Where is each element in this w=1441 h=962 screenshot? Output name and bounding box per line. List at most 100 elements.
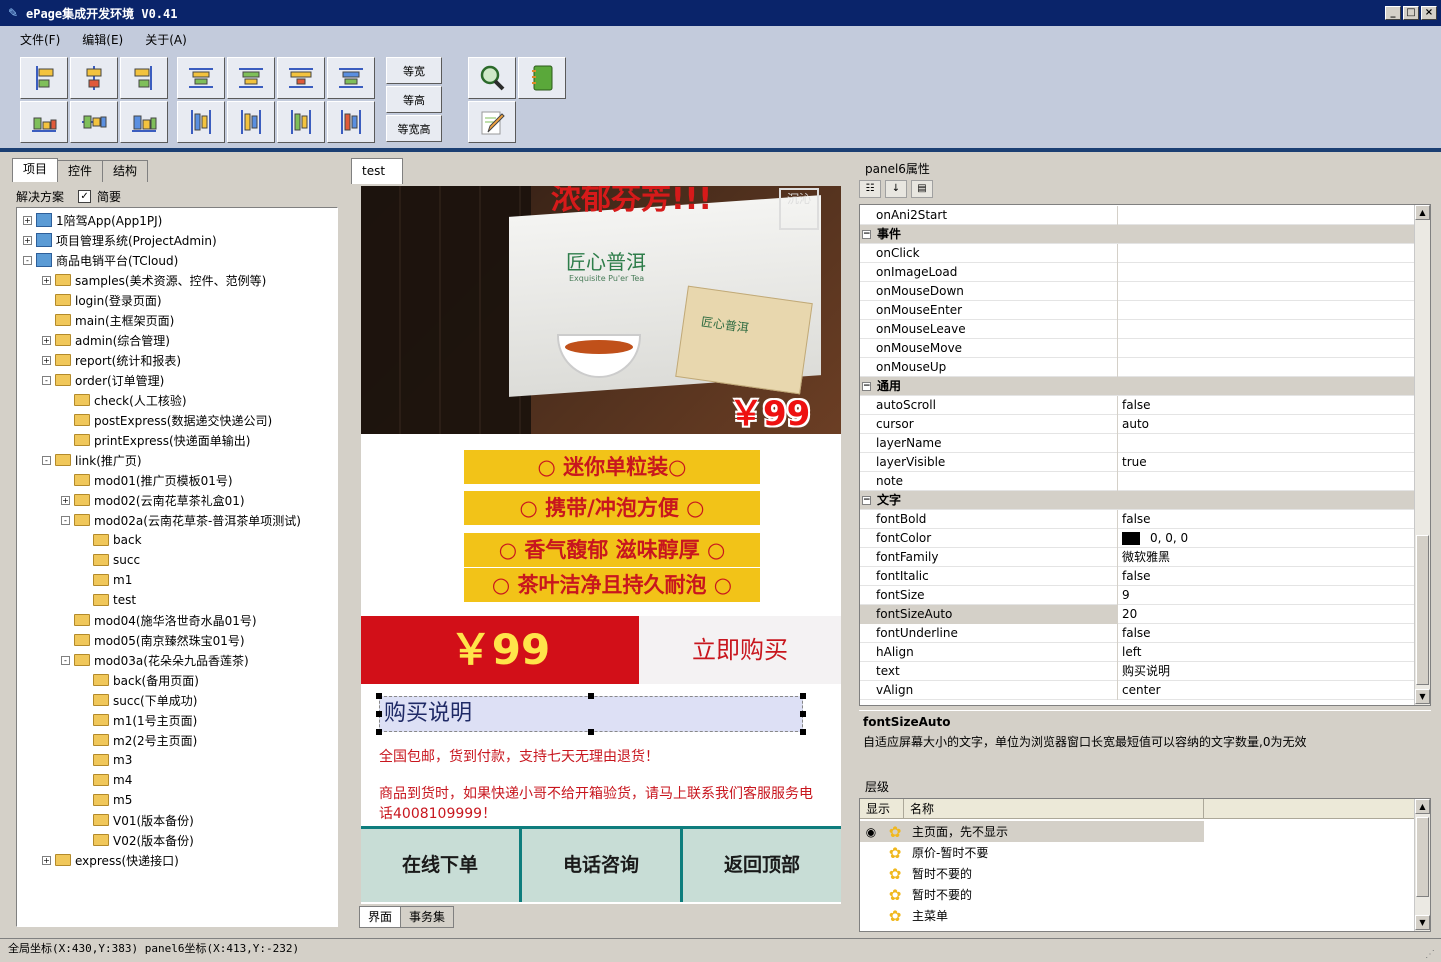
tree-item[interactable]: mod04(施华洛世奇水晶01号): [61, 610, 257, 630]
property-row[interactable]: layerName: [860, 433, 1416, 453]
layer-row[interactable]: ✿ 暂时不要的: [860, 863, 1416, 884]
scroll-up-button[interactable]: ▲: [1415, 799, 1430, 814]
expand-icon[interactable]: +: [42, 275, 51, 285]
expand-icon[interactable]: +: [42, 855, 51, 865]
tree-item[interactable]: +1陪驾App(App1PJ): [23, 210, 162, 230]
property-value[interactable]: true: [1118, 453, 1147, 472]
align-middle-vertical-button[interactable]: [70, 101, 118, 143]
price-block[interactable]: ￥99: [361, 616, 639, 684]
distribute-button-7[interactable]: [277, 101, 325, 143]
property-row[interactable]: hAlign left: [860, 642, 1416, 662]
tree-item[interactable]: succ(下单成功): [80, 690, 197, 710]
property-category[interactable]: − 事件: [860, 225, 1416, 244]
distribute-button-6[interactable]: [227, 101, 275, 143]
property-row[interactable]: fontUnderline false: [860, 623, 1416, 643]
property-value[interactable]: [1118, 358, 1122, 377]
collapse-icon[interactable]: -: [61, 655, 70, 665]
property-value[interactable]: [1118, 282, 1122, 301]
property-row[interactable]: fontBold false: [860, 509, 1416, 529]
property-value[interactable]: [1118, 339, 1122, 358]
scroll-up-button[interactable]: ▲: [1415, 205, 1430, 220]
property-row[interactable]: fontItalic false: [860, 566, 1416, 586]
tab-project[interactable]: 项目: [12, 158, 59, 182]
preview-button[interactable]: [468, 57, 516, 99]
property-row[interactable]: layerVisible true: [860, 452, 1416, 472]
property-category[interactable]: − 通用: [860, 377, 1416, 396]
tree-item[interactable]: + report(统计和报表): [42, 350, 181, 370]
resize-handle[interactable]: [800, 729, 806, 735]
same-width-button[interactable]: 等宽: [386, 57, 442, 84]
property-row[interactable]: vAlign center: [860, 680, 1416, 700]
close-button[interactable]: ×: [1421, 6, 1437, 20]
property-row[interactable]: onMouseUp: [860, 357, 1416, 377]
property-value[interactable]: 20: [1118, 605, 1137, 624]
layer-row[interactable]: ◉ ✿ 主页面，先不显示: [860, 821, 1204, 842]
property-value[interactable]: 购买说明: [1118, 662, 1170, 681]
tree-item[interactable]: V01(版本备份): [80, 810, 194, 830]
feature-1[interactable]: ○ 迷你单粒装○: [464, 450, 760, 484]
alphabetical-sort-button[interactable]: ↓: [885, 180, 907, 198]
property-value[interactable]: [1118, 263, 1122, 282]
property-value[interactable]: [1118, 472, 1122, 491]
feature-2[interactable]: ○ 携带/冲泡方便 ○: [464, 491, 760, 525]
notebook-button[interactable]: [518, 57, 566, 99]
tree-item[interactable]: mod05(南京臻然珠宝01号): [61, 630, 245, 650]
menu-file[interactable]: 文件(F): [16, 29, 64, 50]
menu-edit[interactable]: 编辑(E): [78, 29, 127, 50]
tree-item[interactable]: m1(1号主页面): [80, 710, 197, 730]
layer-row[interactable]: ✿ 主菜单: [860, 905, 1416, 926]
minimize-button[interactable]: _: [1385, 6, 1401, 20]
purchase-info-label[interactable]: 购买说明: [379, 696, 803, 732]
tree-item[interactable]: m4: [80, 770, 132, 790]
collapse-icon[interactable]: −: [862, 229, 871, 239]
tree-item[interactable]: - mod03a(花朵朵九品香莲茶): [61, 650, 249, 670]
property-row[interactable]: text 购买说明: [860, 661, 1416, 681]
property-value[interactable]: [1118, 320, 1122, 339]
property-row[interactable]: cursor auto: [860, 414, 1416, 434]
expand-icon[interactable]: +: [23, 235, 32, 245]
collapse-icon[interactable]: -: [61, 515, 70, 525]
layers-scrollbar[interactable]: ▲ ▼: [1414, 799, 1430, 931]
tree-item[interactable]: test: [80, 590, 136, 610]
property-row[interactable]: onMouseMove: [860, 338, 1416, 358]
resize-handle[interactable]: [800, 711, 806, 717]
resize-handle[interactable]: [376, 711, 382, 717]
property-scrollbar[interactable]: ▲ ▼: [1414, 205, 1430, 705]
collapse-icon[interactable]: -: [23, 255, 32, 265]
tree-item[interactable]: - link(推广页): [42, 450, 142, 470]
feature-4[interactable]: ○ 茶叶洁净且持久耐泡 ○: [464, 568, 760, 602]
tree-item[interactable]: V02(版本备份): [80, 830, 194, 850]
scroll-thumb[interactable]: [1416, 535, 1429, 685]
tab-events[interactable]: 事务集: [400, 906, 455, 928]
resize-grip-icon[interactable]: ⋰: [1425, 945, 1435, 962]
distribute-button-2[interactable]: [227, 57, 275, 99]
back-to-top-button[interactable]: 返回顶部: [683, 829, 841, 902]
layers-list[interactable]: 显示 名称 ▲ ▼ ◉ ✿ 主页面，先不显示 ✿ 原价-暂时不要 ✿ 暂时不要的 ✿ 暂时不要的…: [859, 798, 1431, 932]
tree-item[interactable]: m2(2号主页面): [80, 730, 197, 750]
property-row[interactable]: onImageLoad: [860, 262, 1416, 282]
property-row[interactable]: fontFamily 微软雅黑: [860, 547, 1416, 567]
project-tree[interactable]: +1陪驾App(App1PJ) + 项目管理系统(ProjectAdmin) - 商品电…: [16, 207, 338, 927]
same-size-button[interactable]: 等宽高: [386, 115, 442, 142]
property-value[interactable]: false: [1118, 567, 1151, 586]
tree-item[interactable]: postExpress(数据递交快递公司): [61, 410, 272, 430]
property-value[interactable]: 9: [1118, 586, 1130, 605]
property-category[interactable]: − 文字: [860, 491, 1416, 510]
expand-icon[interactable]: +: [61, 495, 70, 505]
tree-item[interactable]: printExpress(快递面单输出): [61, 430, 250, 450]
tree-item[interactable]: main(主框架页面): [42, 310, 174, 330]
collapse-icon[interactable]: -: [42, 375, 51, 385]
simple-checkbox[interactable]: ✓: [78, 190, 92, 203]
property-value[interactable]: center: [1118, 681, 1161, 700]
layer-row[interactable]: ✿ 原价-暂时不要: [860, 842, 1416, 863]
tree-item[interactable]: + samples(美术资源、控件、范例等): [42, 270, 266, 290]
tree-item[interactable]: m5: [80, 790, 132, 810]
eye-icon[interactable]: ◉: [860, 825, 882, 839]
property-value[interactable]: auto: [1118, 415, 1149, 434]
property-value[interactable]: left: [1118, 643, 1141, 662]
distribute-button-8[interactable]: [327, 101, 375, 143]
property-row[interactable]: fontSize 9: [860, 585, 1416, 605]
property-value[interactable]: false: [1118, 510, 1151, 529]
property-row[interactable]: onMouseLeave: [860, 319, 1416, 339]
scroll-thumb[interactable]: [1416, 817, 1429, 897]
